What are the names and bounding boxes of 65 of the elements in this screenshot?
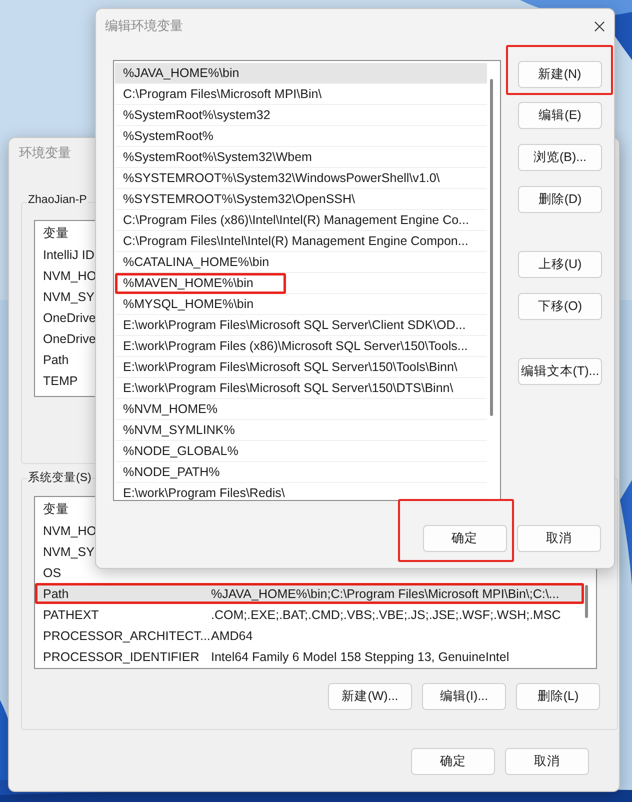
dialog-button[interactable]: 删除(D) xyxy=(518,186,602,213)
dialog-button[interactable]: 编辑(I)... xyxy=(422,683,506,710)
dialog-button[interactable]: 编辑(E) xyxy=(518,102,602,129)
list-row[interactable]: PROCESSOR_ARCHITECT...AMD64 xyxy=(35,625,584,646)
list-cell: TEMP xyxy=(43,374,78,388)
list-item[interactable]: %MAVEN_HOME%\bin xyxy=(115,273,487,294)
list-cell: IntelliJ ID xyxy=(43,248,94,262)
list-cell-text: PROCESSOR_IDENTIFIER xyxy=(43,650,200,664)
list-item[interactable]: E:\work\Program Files\Microsoft SQL Server\Client SDK\OD... xyxy=(115,315,487,336)
dialog-button[interactable]: 新建(N) xyxy=(518,60,602,88)
list-cell: OneDrive xyxy=(43,310,96,324)
list-item[interactable]: C:\Program Files\Microsoft MPI\Bin\ xyxy=(115,84,487,105)
list-cell: %JAVA_HOME%\bin;C:\Program Files\Microsoft MPI\Bin\;C:\... xyxy=(211,586,560,600)
list-cell: OneDrive xyxy=(43,332,96,346)
list-cell-text: PATHEXT xyxy=(43,608,100,622)
list-item[interactable]: E:\work\Program Files (x86)\Microsoft SQL Server\150\Tools... xyxy=(115,336,487,357)
dialog-button[interactable]: 上移(U) xyxy=(518,251,602,278)
list-item[interactable]: C:\Program Files\Intel\Intel(R) Management Engine Compon... xyxy=(115,231,487,252)
list-cell: PROCESSOR_ARCHITECT... xyxy=(43,628,211,642)
list-item[interactable]: %NODE_PATH% xyxy=(115,462,487,483)
dialog-button[interactable]: 取消 xyxy=(505,748,589,775)
list-cell: .COM;.EXE;.BAT;.CMD;.VBS;.VBE;.JS;.JSE;.WSF;.WSH;.MSC xyxy=(211,608,561,622)
dialog-button[interactable]: 删除(L) xyxy=(516,683,600,710)
column-header: 变量 xyxy=(43,225,69,242)
dialog-button[interactable]: 新建(W)... xyxy=(328,683,412,710)
list-item[interactable]: %NVM_HOME% xyxy=(115,399,487,420)
list-cell: Intel64 Family 6 Model 158 Stepping 13, GenuineIntel xyxy=(211,650,510,664)
window-title: 环境变量 xyxy=(19,144,71,162)
list-item[interactable]: E:\work\Program Files\Microsoft SQL Server\150\Tools\Binn\ xyxy=(115,357,487,378)
list-item[interactable]: C:\Program Files (x86)\Intel\Intel(R) Management Engine Co... xyxy=(115,210,487,231)
list-item[interactable]: %SystemRoot%\System32\Wbem xyxy=(115,147,487,168)
list-item[interactable]: %NVM_SYMLINK% xyxy=(115,420,487,441)
dialog-button[interactable]: 编辑文本(T)... xyxy=(518,358,602,385)
dialog-button[interactable]: 取消 xyxy=(517,525,601,552)
group-title: ZhaoJian-P xyxy=(27,194,88,206)
scrollbar[interactable] xyxy=(490,79,493,416)
list-cell-text: NVM_SY xyxy=(43,544,96,558)
list-item[interactable]: %SystemRoot%\system32 xyxy=(115,105,487,126)
list-item[interactable]: %CATALINA_HOME%\bin xyxy=(115,252,487,273)
list-cell-text: OS xyxy=(43,566,62,580)
list-item[interactable]: %SystemRoot% xyxy=(115,126,487,147)
list-item[interactable]: %NODE_GLOBAL% xyxy=(115,441,487,462)
list-row[interactable]: PROCESSOR_IDENTIFIER Intel64 Family 6 Model 158 Stepping 13, GenuineIntel xyxy=(35,646,584,667)
dialog-button[interactable]: 浏览(B)... xyxy=(518,144,602,171)
dialog-button[interactable]: 确定 xyxy=(411,748,495,775)
list-cell: AMD64 xyxy=(211,628,253,642)
list-item[interactable]: %SYSTEMROOT%\System32\OpenSSH\ xyxy=(115,189,487,210)
list-item[interactable]: %MYSQL_HOME%\bin xyxy=(115,294,487,315)
list-cell: Path xyxy=(43,352,69,366)
list-cell: NVM_SY xyxy=(43,290,94,304)
scrollbar[interactable] xyxy=(585,585,588,618)
group-title: 系统变量(S) xyxy=(27,470,92,485)
close-icon[interactable] xyxy=(594,20,605,32)
dialog-button[interactable]: 确定 xyxy=(422,524,506,552)
list-item[interactable]: E:\work\Program Files\Redis\ xyxy=(115,483,487,504)
list-item[interactable]: E:\work\Program Files\Microsoft SQL Server\150\DTS\Binn\ xyxy=(115,378,487,399)
column-header: 变量 xyxy=(43,501,69,518)
list-cell-text: Path xyxy=(43,586,70,600)
dialog-button[interactable]: 下移(O) xyxy=(518,293,602,320)
list-item[interactable]: %SYSTEMROOT%\System32\WindowsPowerShell\v1.0\ xyxy=(115,168,487,189)
list-row[interactable]: Path %JAVA_HOME%\bin;C:\Program Files\Microsoft MPI\Bin\;C:\... xyxy=(35,583,584,604)
list-row[interactable]: PATHEXT .COM;.EXE;.BAT;.CMD;.VBS;.VBE;.JS;.JSE;.WSF;.WSH;.MSC xyxy=(35,604,584,625)
list-item[interactable]: %JAVA_HOME%\bin xyxy=(115,63,487,84)
window-title: 编辑环境变量 xyxy=(105,17,183,35)
list-cell: NVM_HO xyxy=(43,268,96,282)
